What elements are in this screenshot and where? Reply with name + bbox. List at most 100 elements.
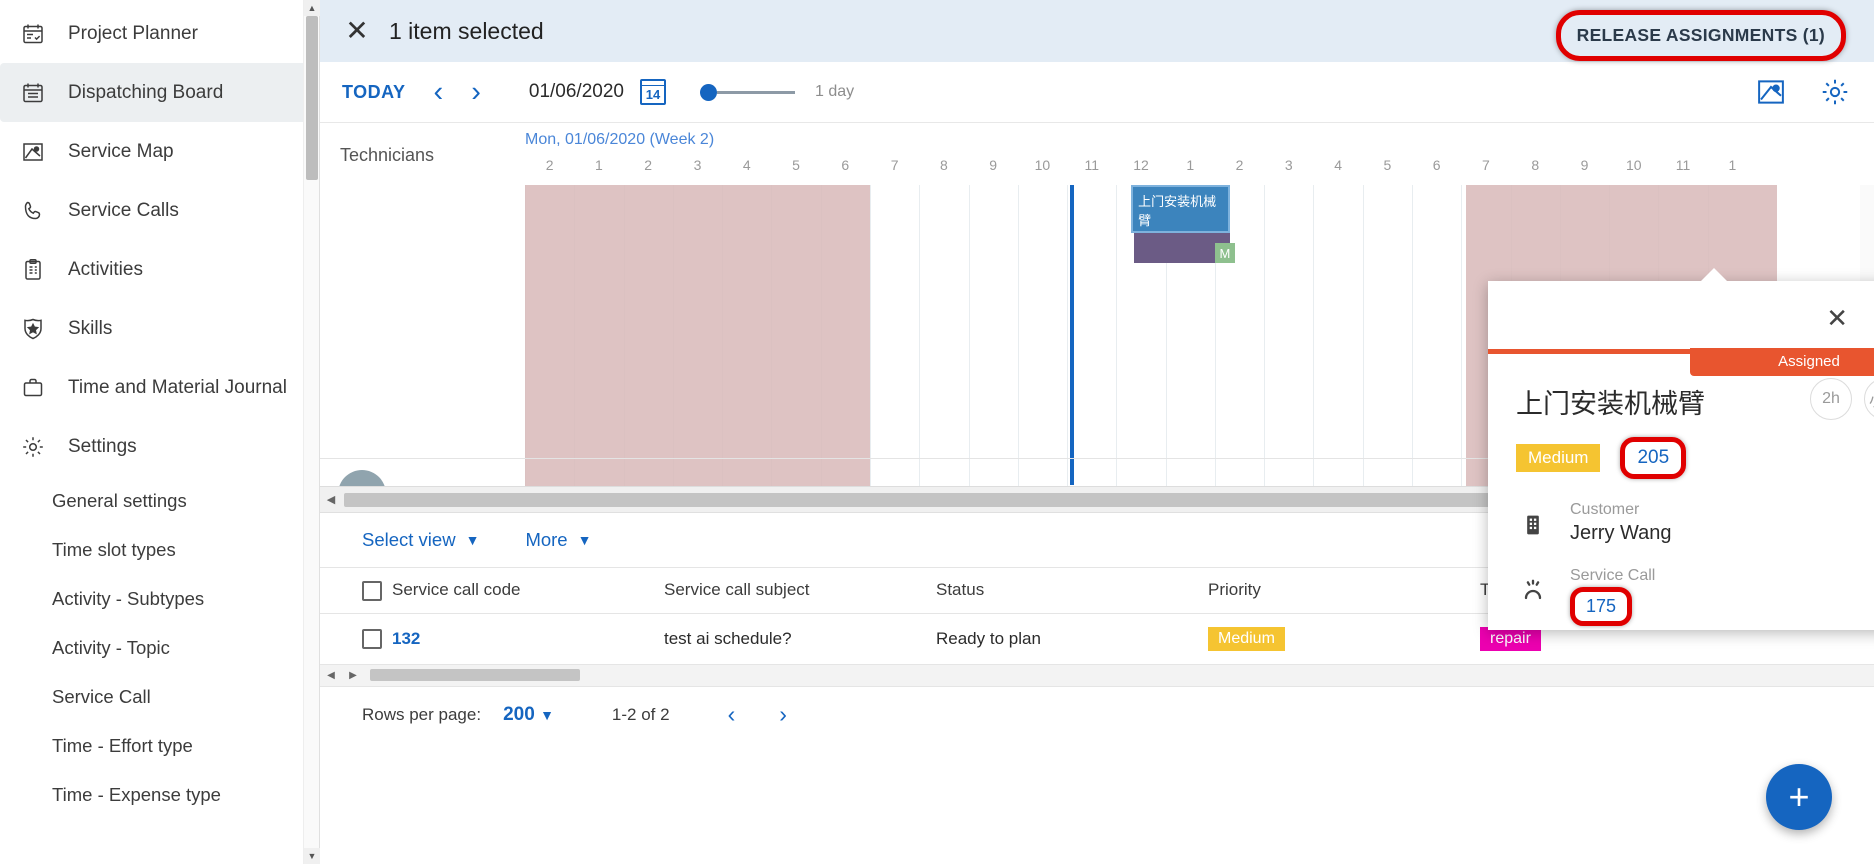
sidebar-item-label: General settings	[52, 489, 187, 511]
rows-per-page-select[interactable]: 200 ▼	[503, 704, 554, 726]
service-call-link[interactable]: 175	[1570, 587, 1633, 626]
column-header-subject[interactable]: Service call subject	[664, 567, 936, 614]
zoom-slider-track[interactable]	[716, 90, 795, 94]
gantt-hour-tick: 12	[1133, 157, 1149, 173]
gantt-hour-tick: 11	[1675, 157, 1691, 173]
gantt-gridline	[869, 185, 871, 513]
gantt-hour-tick: 1	[1186, 157, 1195, 173]
sidebar-item-label: Service Call	[52, 685, 151, 707]
sidebar-item-label: Settings	[68, 435, 137, 457]
rows-per-page-value: 200	[503, 703, 535, 725]
select-all-checkbox[interactable]	[362, 580, 382, 601]
gear-icon[interactable]	[1820, 77, 1850, 107]
select-all-header	[320, 567, 392, 614]
gantt-toolbar: TODAY ‹ › 01/06/2020 14 1 day	[320, 62, 1874, 122]
sidebar-item-label: Time slot types	[52, 538, 176, 560]
gantt-gridline	[919, 185, 921, 513]
pager-next-icon[interactable]: ›	[779, 701, 787, 728]
sidebar-scrollbar[interactable]: ▲ ▼	[303, 0, 320, 864]
cell-service-call-code[interactable]: 132	[392, 613, 664, 665]
gantt-gridline	[1116, 185, 1118, 513]
sidebar-item-time-expense-type[interactable]: Time - Expense type	[0, 770, 319, 819]
assignment-detail-popup: ✕ ⋮ Assigned 上门安装机械臂 2h 小李 Medium 205	[1488, 268, 1874, 630]
popup-header: ✕ ⋮	[1488, 281, 1874, 349]
sidebar-item-activity-subtypes[interactable]: Activity - Subtypes	[0, 574, 319, 623]
badge-star-icon	[16, 312, 50, 346]
sidebar-item-service-map[interactable]: Service Map	[0, 122, 319, 181]
today-button[interactable]: TODAY	[342, 82, 406, 103]
gantt-hour-tick: 1	[1728, 157, 1737, 173]
gantt-hour-tick: 9	[1580, 157, 1589, 173]
service-map-icon[interactable]	[1756, 77, 1786, 107]
activity-code-link[interactable]: 205	[1620, 437, 1687, 479]
more-dropdown[interactable]: More ▼	[525, 529, 591, 551]
zoom-slider[interactable]: 1 day	[699, 83, 854, 101]
column-header-status[interactable]: Status	[936, 567, 1208, 614]
table-pager: Rows per page: 200 ▼ 1-2 of 2 ‹ ›	[320, 687, 1874, 743]
gantt-gridline	[1017, 185, 1019, 513]
sidebar-item-activities[interactable]: Activities	[0, 240, 319, 299]
gantt-hour-tick: 6	[1432, 157, 1441, 173]
sidebar-scroll-up-arrow[interactable]: ▲	[304, 0, 320, 16]
gantt-hour-tick: 2	[545, 157, 554, 173]
close-icon[interactable]: ✕	[1826, 303, 1848, 334]
close-icon[interactable]: ✕	[342, 17, 372, 45]
sidebar-item-service-call[interactable]: Service Call	[0, 672, 319, 721]
sidebar-item-dispatching-board[interactable]: Dispatching Board	[0, 63, 313, 122]
planner-icon	[16, 17, 50, 51]
sidebar-item-general-settings[interactable]: General settings	[0, 476, 319, 525]
select-view-dropdown[interactable]: Select view ▼	[362, 529, 479, 551]
board-icon	[16, 76, 50, 110]
selection-bar: ✕ 1 item selected RELEASE ASSIGNMENTS (1…	[320, 0, 1874, 62]
gantt-hour-tick: 2	[644, 157, 653, 173]
sidebar-scroll-down-arrow[interactable]: ▼	[304, 848, 320, 864]
chevron-down-icon: ▼	[540, 706, 554, 723]
chevron-left-icon[interactable]: ‹	[434, 77, 444, 107]
table-horizontal-scrollbar[interactable]: ◀ ▶	[320, 664, 1874, 687]
sidebar-item-project-planner[interactable]: Project Planner	[0, 4, 319, 63]
gantt-gridline	[1362, 185, 1364, 513]
resource-column-header: Technicians	[340, 145, 435, 165]
row-checkbox[interactable]	[362, 628, 382, 649]
sidebar-item-time-and-material-journal[interactable]: Time and Material Journal	[0, 358, 319, 417]
sidebar-item-time-effort-type[interactable]: Time - Effort type	[0, 721, 319, 770]
pager-prev-icon[interactable]: ‹	[728, 701, 736, 728]
popup-service-call-field: Service Call 175	[1516, 567, 1874, 626]
sidebar-item-label: Skills	[68, 317, 113, 339]
gantt-hour-tick: 6	[841, 157, 850, 173]
table-scroll-right-arrow[interactable]: ▶	[342, 670, 364, 681]
column-header-priority[interactable]: Priority	[1208, 567, 1480, 614]
sidebar-item-service-calls[interactable]: Service Calls	[0, 181, 319, 240]
current-time-indicator	[1069, 185, 1074, 485]
gantt-gridline	[968, 185, 970, 513]
sidebar-item-time-slot-types[interactable]: Time slot types	[0, 525, 319, 574]
release-assignments-button[interactable]: RELEASE ASSIGNMENTS (1)	[1555, 10, 1846, 61]
gantt-gridline	[1067, 185, 1069, 513]
add-button[interactable]: +	[1766, 764, 1832, 830]
popup-tag-row: Medium 205	[1516, 437, 1874, 479]
gantt-nonworking-shade	[525, 185, 870, 513]
zoom-slider-handle[interactable]	[699, 83, 717, 101]
gantt-scroll-left-arrow[interactable]: ◀	[320, 493, 342, 506]
table-horizontal-scroll-thumb[interactable]	[370, 669, 580, 682]
sidebar-scroll-thumb[interactable]	[306, 16, 318, 180]
gear-icon	[16, 430, 50, 464]
gantt-assignment-block[interactable]: 上门安装机械臂 Jerry Wang	[1131, 185, 1230, 233]
chevron-down-icon: ▼	[465, 532, 480, 548]
clipboard-icon	[16, 253, 50, 287]
sidebar-item-settings[interactable]: Settings	[0, 417, 319, 476]
current-date-label: 01/06/2020	[528, 81, 624, 102]
more-label: More	[525, 529, 568, 550]
sidebar-item-activity-topic[interactable]: Activity - Topic	[0, 623, 319, 672]
table-scroll-left-arrow[interactable]: ◀	[320, 670, 342, 681]
gantt-hour-tick: 4	[1334, 157, 1343, 173]
column-header-code[interactable]: Service call code	[392, 567, 664, 614]
phone-ring-icon	[1516, 567, 1550, 605]
calendar-icon[interactable]: 14	[639, 79, 666, 105]
sidebar-item-skills[interactable]: Skills	[0, 299, 319, 358]
gantt-hour-tick: 7	[890, 157, 899, 173]
gantt-hour-tick: 10	[1034, 157, 1051, 173]
sidebar-item-label: Time and Material Journal	[68, 376, 287, 398]
gantt-gridline	[1461, 185, 1463, 513]
chevron-right-icon[interactable]: ›	[471, 77, 481, 107]
